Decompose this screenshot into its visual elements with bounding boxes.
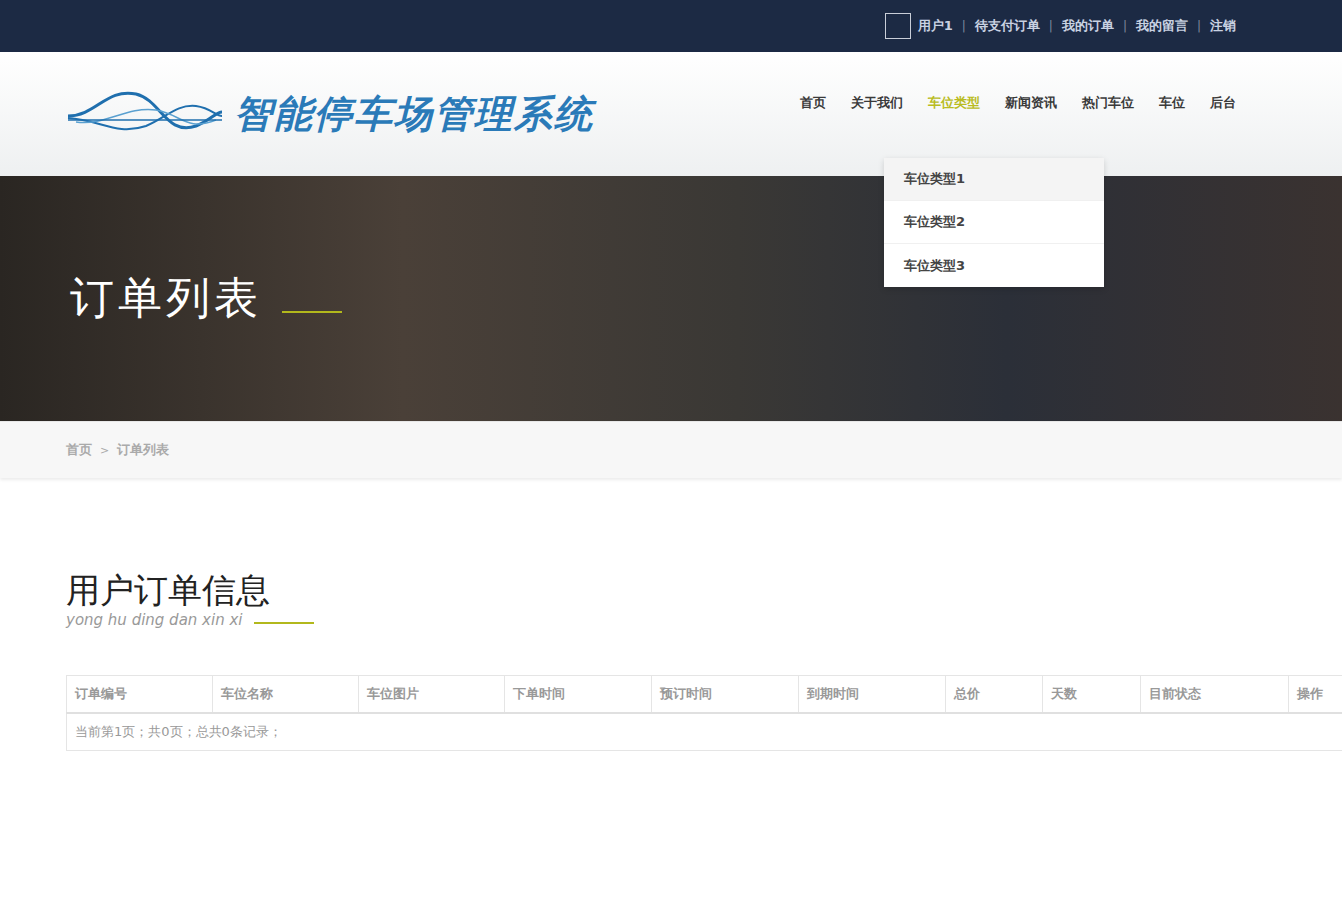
breadcrumb-item[interactable]: 订单列表 — [117, 441, 169, 459]
nav-item[interactable]: 热门车位 — [1082, 94, 1134, 112]
section-subtitle: yong hu ding dan xin xi — [66, 611, 242, 629]
nav-item[interactable]: 车位 — [1159, 94, 1185, 112]
dropdown-item[interactable]: 车位类型3 — [884, 244, 1104, 287]
column-header: 总价 — [946, 675, 1043, 713]
top-link[interactable]: 注销 — [1210, 17, 1236, 35]
accent-line — [254, 622, 314, 624]
content: 用户订单信息 yong hu ding dan xin xi 订单编号车位名称车… — [66, 478, 1236, 751]
separator: | — [1123, 19, 1127, 33]
breadcrumb-separator: > — [100, 444, 109, 457]
nav-item[interactable]: 新闻资讯 — [1005, 94, 1057, 112]
table-header-row: 订单编号车位名称车位图片下单时间预订时间到期时间总价天数目前状态操作 — [67, 675, 1342, 713]
accent-line — [282, 311, 342, 313]
column-header: 天数 — [1043, 675, 1141, 713]
nav-item[interactable]: 后台 — [1210, 94, 1236, 112]
pagination-info: 当前第1页；共0页；总共0条记录； — [67, 713, 1342, 751]
separator: | — [1049, 19, 1053, 33]
nav-item[interactable]: 首页 — [800, 94, 826, 112]
user-link[interactable]: 用户1 — [918, 17, 953, 35]
banner-title: 订单列表 — [66, 269, 262, 328]
banner: 订单列表 — [0, 176, 1342, 421]
column-header: 车位名称 — [213, 675, 359, 713]
logo[interactable]: 智能停车场管理系统 — [66, 86, 594, 142]
top-link[interactable]: 我的订单 — [1062, 17, 1114, 35]
nav-item[interactable]: 关于我们 — [851, 94, 903, 112]
breadcrumb-item[interactable]: 首页 — [66, 441, 92, 459]
column-header: 目前状态 — [1141, 675, 1289, 713]
separator: | — [1197, 19, 1201, 33]
wave-logo-icon — [66, 86, 224, 142]
breadcrumb: 首页 > 订单列表 — [0, 421, 1342, 478]
top-link[interactable]: 我的留言 — [1136, 17, 1188, 35]
separator: | — [962, 19, 966, 33]
column-header: 操作 — [1289, 675, 1342, 713]
dropdown-item[interactable]: 车位类型2 — [884, 201, 1104, 244]
top-bar: 用户1 | 待支付订单 | 我的订单 | 我的留言 | 注销 — [0, 0, 1342, 52]
column-header: 车位图片 — [359, 675, 505, 713]
pagination-row: 当前第1页；共0页；总共0条记录； — [67, 713, 1342, 751]
page: 用户1 | 待支付订单 | 我的订单 | 我的留言 | 注销 智能停车场管理系统 首页… — [0, 0, 1342, 901]
logo-text: 智能停车场管理系统 — [234, 89, 594, 140]
column-header: 下单时间 — [505, 675, 652, 713]
column-header: 到期时间 — [799, 675, 946, 713]
column-header: 订单编号 — [67, 675, 213, 713]
column-header: 预订时间 — [652, 675, 799, 713]
header: 智能停车场管理系统 首页关于我们车位类型新闻资讯热门车位车位后台 车位类型1车位… — [0, 52, 1342, 176]
main-nav: 首页 关于我们 车位类型 新闻资讯 热门车位 车位 后台 — [800, 94, 1236, 112]
avatar-icon[interactable] — [885, 13, 911, 39]
dropdown-menu: 车位类型1车位类型2车位类型3 — [884, 158, 1104, 287]
dropdown-item[interactable]: 车位类型1 — [884, 158, 1104, 201]
orders-table: 订单编号车位名称车位图片下单时间预订时间到期时间总价天数目前状态操作当前第1页；… — [66, 675, 1342, 751]
nav-item[interactable]: 车位类型 — [928, 94, 980, 112]
section-title: 用户订单信息 — [66, 570, 1236, 611]
top-link[interactable]: 待支付订单 — [975, 17, 1040, 35]
